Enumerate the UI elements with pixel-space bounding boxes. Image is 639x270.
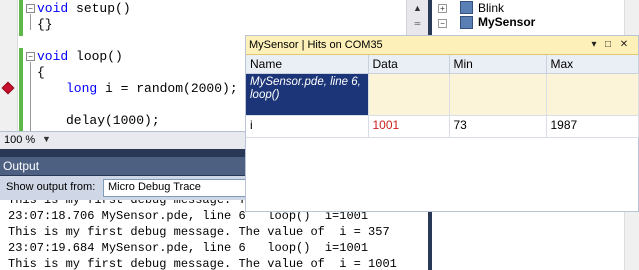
change-marker bbox=[19, 48, 23, 132]
group-cell bbox=[546, 73, 639, 116]
cell-min[interactable]: 73 bbox=[449, 115, 547, 138]
editor-margin bbox=[0, 0, 18, 132]
output-source-select[interactable]: Micro Debug Trace bbox=[103, 179, 253, 197]
hits-title: MySensor | Hits on COM35 bbox=[249, 39, 383, 51]
fold-toggle-loop[interactable]: − bbox=[26, 52, 35, 61]
scroll-up-icon[interactable]: ▲ bbox=[407, 0, 428, 16]
cell-data[interactable]: 1001 bbox=[368, 115, 450, 138]
column-header-data[interactable]: Data bbox=[368, 55, 450, 74]
output-line: This is my first debug message. The valu… bbox=[8, 225, 390, 239]
fold-line bbox=[30, 14, 31, 30]
hit-location[interactable]: MySensor.pde, line 6, loop() bbox=[246, 73, 369, 116]
tree-item-blink[interactable]: Blink bbox=[478, 1, 504, 15]
group-cell bbox=[368, 73, 450, 116]
code-line-3: void loop() bbox=[37, 49, 123, 64]
output-title: Output bbox=[3, 159, 40, 173]
collapse-icon[interactable]: − bbox=[438, 19, 447, 28]
project-icon bbox=[460, 16, 473, 29]
fold-toggle-setup[interactable]: − bbox=[26, 4, 35, 13]
group-cell bbox=[449, 73, 547, 116]
hits-titlebar[interactable]: MySensor | Hits on COM35 ▾ □ ✕ bbox=[246, 36, 638, 55]
show-output-label: Show output from: bbox=[6, 181, 96, 193]
change-marker bbox=[19, 0, 23, 36]
column-header-min[interactable]: Min bbox=[449, 55, 547, 74]
output-line: 23:07:19.684 MySensor.pde, line 6 loop()… bbox=[8, 241, 369, 255]
output-line: This is my first debug message. The valu… bbox=[8, 257, 397, 270]
dropdown-icon[interactable]: ▾ bbox=[588, 38, 600, 52]
split-handle-icon[interactable]: ═ bbox=[407, 16, 428, 32]
cell-max[interactable]: 1987 bbox=[546, 115, 639, 138]
tree-item-mysensor[interactable]: MySensor bbox=[478, 15, 535, 29]
cell-name[interactable]: i bbox=[246, 115, 369, 138]
zoom-level[interactable]: 100 % bbox=[4, 134, 35, 146]
code-line-2: {} bbox=[37, 17, 53, 32]
fold-line bbox=[30, 62, 31, 132]
hits-window: MySensor | Hits on COM35 ▾ □ ✕ Name Data… bbox=[245, 35, 639, 212]
project-icon bbox=[460, 1, 473, 14]
code-line-5: long i = random(2000); bbox=[66, 81, 238, 96]
close-icon[interactable]: ✕ bbox=[618, 38, 630, 52]
output-source-value: Micro Debug Trace bbox=[108, 181, 201, 193]
column-header-name[interactable]: Name bbox=[246, 55, 369, 74]
column-header-max[interactable]: Max bbox=[546, 55, 639, 74]
hits-table: Name Data Min Max MySensor.pde, line 6, … bbox=[246, 55, 639, 138]
expand-icon[interactable]: + bbox=[438, 4, 447, 13]
maximize-icon[interactable]: □ bbox=[602, 38, 614, 52]
code-line-4: { bbox=[37, 65, 45, 80]
code-line-6: delay(1000); bbox=[66, 113, 160, 128]
zoom-bar: 100 % ▼ bbox=[0, 131, 245, 149]
chevron-down-icon[interactable]: ▼ bbox=[42, 134, 51, 144]
